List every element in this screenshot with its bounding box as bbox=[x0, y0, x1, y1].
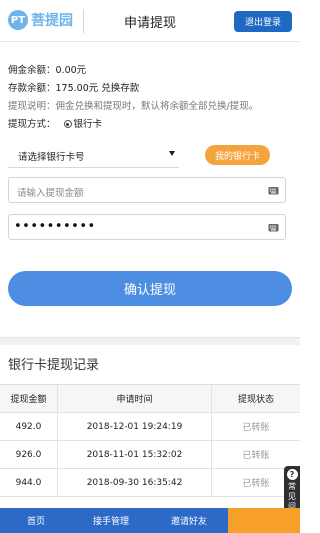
keyboard-icon[interactable] bbox=[268, 185, 279, 196]
header-divider bbox=[83, 9, 84, 33]
nav-item-highlighted[interactable] bbox=[228, 508, 300, 533]
cell-amount: 944.0 bbox=[0, 469, 58, 496]
nav-takeover-management[interactable]: 接手管理 bbox=[72, 508, 150, 533]
bank-card-select[interactable]: 请选择银行卡号 bbox=[8, 142, 179, 168]
password-value: •••••••••• bbox=[14, 219, 96, 234]
commission-value: 0.00元 bbox=[55, 65, 87, 76]
my-bank-cards-button[interactable]: 我的银行卡 bbox=[205, 145, 270, 165]
commission-balance: 佣金余额：0.00元 bbox=[8, 62, 296, 80]
deposit-value: 175.00元 bbox=[55, 83, 99, 94]
cell-amount: 492.0 bbox=[0, 413, 58, 440]
column-header-time: 申请时间 bbox=[58, 385, 212, 412]
withdraw-records-table: 提现金额 申请时间 提现状态 492.0 2018-12-01 19:24:19… bbox=[0, 384, 300, 497]
keyboard-icon[interactable] bbox=[268, 222, 279, 233]
column-header-status: 提现状态 bbox=[237, 395, 274, 405]
confirm-withdraw-button[interactable]: 确认提现 bbox=[8, 271, 292, 306]
logo-badge: PT bbox=[8, 10, 28, 30]
method-label: 提现方式： bbox=[8, 119, 56, 130]
table-row: 944.0 2018-09-30 16:35:42 已转账 bbox=[0, 469, 300, 497]
balance-info: 佣金余额：0.00元 存款余额：175.00元 兑换存款 提现说明：佣金兑换和提… bbox=[8, 62, 296, 134]
cell-time: 2018-11-01 15:32:02 bbox=[58, 441, 212, 468]
bottom-nav: 首页 接手管理 邀请好友 bbox=[0, 508, 300, 533]
note-text: 佣金兑换和提现时，默认将余额全部兑换/提现。 bbox=[55, 101, 259, 112]
deposit-exchange-link[interactable]: 兑换存款 bbox=[101, 83, 139, 94]
question-icon: ? bbox=[286, 469, 298, 480]
logout-button[interactable]: 退出登录 bbox=[234, 11, 292, 32]
withdraw-note: 提现说明：佣金兑换和提现时，默认将余额全部兑换/提现。 bbox=[8, 98, 296, 116]
logo-text: 菩提园 bbox=[31, 13, 73, 29]
table-header-row: 提现金额 申请时间 提现状态 bbox=[0, 385, 300, 413]
cell-status: 已转账 bbox=[242, 451, 270, 461]
deposit-balance: 存款余额：175.00元 兑换存款 bbox=[8, 80, 296, 98]
withdraw-method: 提现方式： 银行卡 bbox=[8, 116, 296, 134]
bank-card-select-value: 请选择银行卡号 bbox=[18, 152, 85, 163]
cell-amount: 926.0 bbox=[0, 441, 58, 468]
table-row: 926.0 2018-11-01 15:32:02 已转账 bbox=[0, 441, 300, 469]
bank-card-radio[interactable] bbox=[63, 120, 72, 128]
password-input[interactable]: •••••••••• bbox=[8, 214, 286, 240]
app-logo[interactable]: PT 菩提园 bbox=[8, 10, 73, 30]
table-row: 492.0 2018-12-01 19:24:19 已转账 bbox=[0, 413, 300, 441]
header: PT 菩提园 申请提现 退出登录 bbox=[0, 0, 300, 42]
cell-time: 2018-12-01 19:24:19 bbox=[58, 413, 212, 440]
nav-home[interactable]: 首页 bbox=[0, 508, 72, 533]
cell-status: 已转账 bbox=[242, 423, 270, 433]
nav-invite-friends[interactable]: 邀请好友 bbox=[150, 508, 228, 533]
section-divider bbox=[0, 337, 300, 345]
amount-input[interactable]: 请输入提现金额 bbox=[8, 177, 286, 203]
note-label: 提现说明： bbox=[8, 101, 56, 112]
column-header-amount: 提现金额 bbox=[0, 385, 58, 412]
cell-time: 2018-09-30 16:35:42 bbox=[58, 469, 212, 496]
records-title: 银行卡提现记录 bbox=[8, 358, 100, 373]
chevron-down-icon bbox=[169, 151, 175, 156]
page-title: 申请提现 bbox=[123, 16, 176, 31]
commission-label: 佣金余额： bbox=[8, 65, 56, 76]
amount-placeholder: 请输入提现金额 bbox=[17, 188, 84, 199]
method-value: 银行卡 bbox=[73, 119, 103, 130]
deposit-label: 存款余额： bbox=[8, 83, 56, 94]
